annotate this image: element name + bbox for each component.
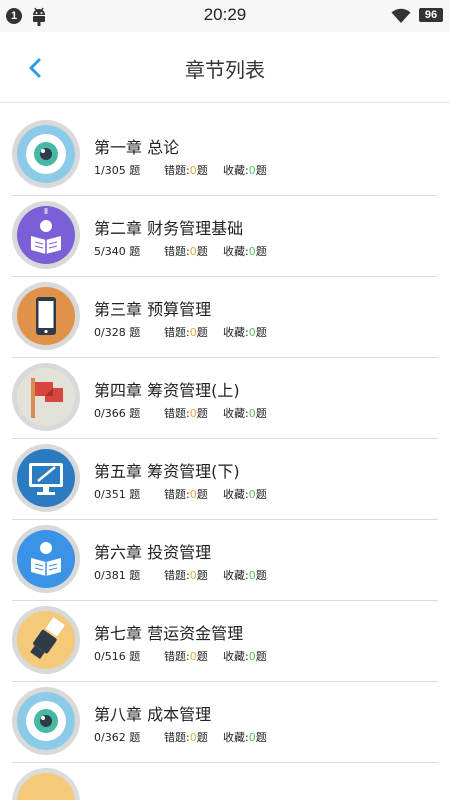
eye-icon: [17, 692, 75, 750]
page-title: 章节列表: [185, 58, 265, 82]
progress-count: 0/381 题: [94, 569, 141, 582]
progress-count: 0/328 题: [94, 326, 141, 339]
status-time: 20:29: [203, 5, 247, 24]
progress-count: 1/305 题: [94, 164, 141, 177]
chapter-icon-frame: [12, 444, 80, 512]
chapter-row[interactable]: 第七章 营运资金管理 0/516 题 错题:0题 收藏:0题: [0, 601, 450, 682]
phone-icon: [17, 287, 75, 345]
chapter-title: 第八章 成本管理: [94, 705, 212, 724]
progress-count: 5/340 题: [94, 245, 141, 258]
favorite-count: 收藏:0题: [223, 326, 267, 339]
chapter-title: 第七章 营运资金管理: [94, 624, 244, 643]
chapter-row[interactable]: 第六章 投资管理 0/381 题 错题:0题 收藏:0题: [0, 520, 450, 601]
chapter-stats: 0/351 题 错题:0题 收藏:0题: [94, 486, 267, 502]
chapter-icon-partial: [17, 773, 75, 800]
progress-count: 0/362 题: [94, 731, 141, 744]
chapter-row[interactable]: 第五章 筹资管理(下) 0/351 题 错题:0题 收藏:0题: [0, 439, 450, 520]
chapter-row[interactable]: 第三章 预算管理 0/328 题 错题:0题 收藏:0题: [0, 277, 450, 358]
chapter-row[interactable]: 第二章 财务管理基础 5/340 题 错题:0题 收藏:0题: [0, 196, 450, 277]
favorite-count: 收藏:0题: [223, 731, 267, 744]
favorite-count: 收藏:0题: [223, 569, 267, 582]
chapter-title: 第一章 总论: [94, 138, 180, 157]
chapter-stats: 0/516 题 错题:0题 收藏:0题: [94, 648, 267, 664]
chapter-stats: 5/340 题 错题:0题 收藏:0题: [94, 243, 267, 259]
monitor-pen-icon: [17, 449, 75, 507]
chapter-icon-frame: [12, 687, 80, 755]
chapter-stats: 0/328 题 错题:0题 收藏:0题: [94, 324, 267, 340]
gear-icon: [17, 611, 75, 669]
wrong-count: 错题:0题: [164, 164, 208, 177]
wrong-count: 错题:0题: [164, 731, 208, 744]
chapter-row[interactable]: 第四章 筹资管理(上) 0/366 题 错题:0题 收藏:0题: [0, 358, 450, 439]
chapter-stats: 0/366 题 错题:0题 收藏:0题: [94, 405, 267, 421]
progress-count: 0/366 题: [94, 407, 141, 420]
chapter-icon-frame: [12, 282, 80, 350]
chapter-icon-frame: [12, 120, 80, 188]
reader-icon: [17, 530, 75, 588]
chapter-row[interactable]: 第八章 成本管理 0/362 题 错题:0题 收藏:0题: [0, 682, 450, 763]
status-bar: 1 20:29 96: [0, 0, 450, 32]
favorite-count: 收藏:0题: [223, 164, 267, 177]
chapter-title: 第五章 筹资管理(下): [94, 462, 240, 481]
chapter-icon-frame: [12, 768, 80, 800]
wrong-count: 错题:0题: [164, 245, 208, 258]
progress-count: 0/516 题: [94, 650, 141, 663]
chapter-title: 第二章 财务管理基础: [94, 219, 244, 238]
chapter-icon-frame: [12, 363, 80, 431]
chapter-stats: 0/362 题 错题:0题 收藏:0题: [94, 729, 267, 745]
progress-count: 0/351 题: [94, 488, 141, 501]
chapter-title: 第四章 筹资管理(上): [94, 381, 240, 400]
chapter-title: 第六章 投资管理: [94, 543, 212, 562]
favorite-count: 收藏:0题: [223, 488, 267, 501]
chapter-stats: 0/381 题 错题:0题 收藏:0题: [94, 567, 267, 583]
chapter-stats: 1/305 题 错题:0题 收藏:0题: [94, 162, 267, 178]
chapter-icon-frame: [12, 606, 80, 674]
wrong-count: 错题:0题: [164, 407, 208, 420]
wifi-icon: [391, 8, 411, 28]
battery-level: 96: [419, 8, 443, 22]
nav-bar: 章节列表: [0, 32, 450, 103]
wrong-count: 错题:0题: [164, 569, 208, 582]
chapter-title: 第三章 预算管理: [94, 300, 212, 319]
eye-icon: [17, 125, 75, 183]
favorite-count: 收藏:0题: [223, 245, 267, 258]
reader-icon: [17, 206, 75, 264]
chapter-icon-frame: [12, 525, 80, 593]
wrong-count: 错题:0题: [164, 650, 208, 663]
chapter-row-partial[interactable]: [0, 763, 450, 800]
chapter-icon-frame: [12, 201, 80, 269]
favorite-count: 收藏:0题: [223, 650, 267, 663]
flag-icon: [17, 368, 75, 426]
favorite-count: 收藏:0题: [223, 407, 267, 420]
wrong-count: 错题:0题: [164, 326, 208, 339]
wrong-count: 错题:0题: [164, 488, 208, 501]
chapter-row[interactable]: 第一章 总论 1/305 题 错题:0题 收藏:0题: [0, 115, 450, 196]
